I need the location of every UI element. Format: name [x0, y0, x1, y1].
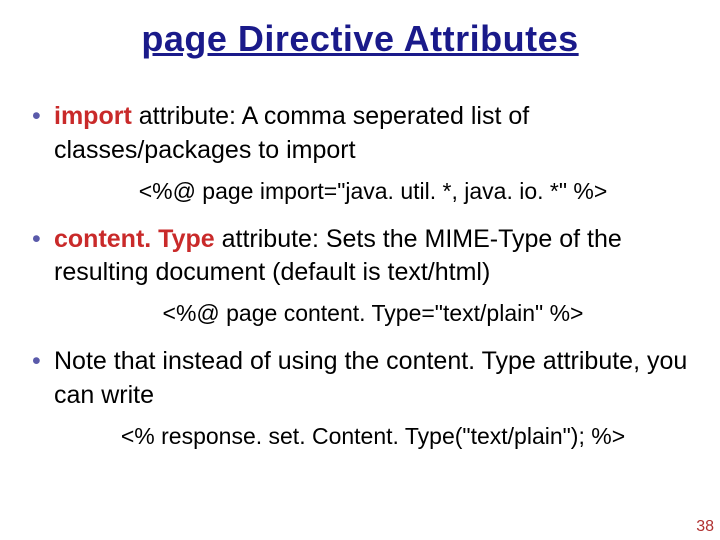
attribute-name: import	[54, 102, 132, 130]
bullet-list: import attribute: A comma seperated list…	[28, 100, 692, 452]
code-snippet: <%@ page import="java. util. *, java. io…	[54, 176, 692, 207]
page-number: 38	[696, 518, 714, 536]
code-snippet: <% response. set. Content. Type("text/pl…	[54, 421, 692, 452]
code-snippet: <%@ page content. Type="text/plain" %>	[54, 298, 692, 329]
bullet-item: content. Type attribute: Sets the MIME-T…	[28, 223, 692, 330]
attribute-name: content. Type	[54, 225, 215, 253]
slide-title: page Directive Attributes	[28, 18, 692, 60]
bullet-item: Note that instead of using the content. …	[28, 345, 692, 452]
bullet-text: Note that instead of using the content. …	[54, 347, 687, 409]
slide: page Directive Attributes import attribu…	[0, 0, 720, 540]
bullet-item: import attribute: A comma seperated list…	[28, 100, 692, 207]
